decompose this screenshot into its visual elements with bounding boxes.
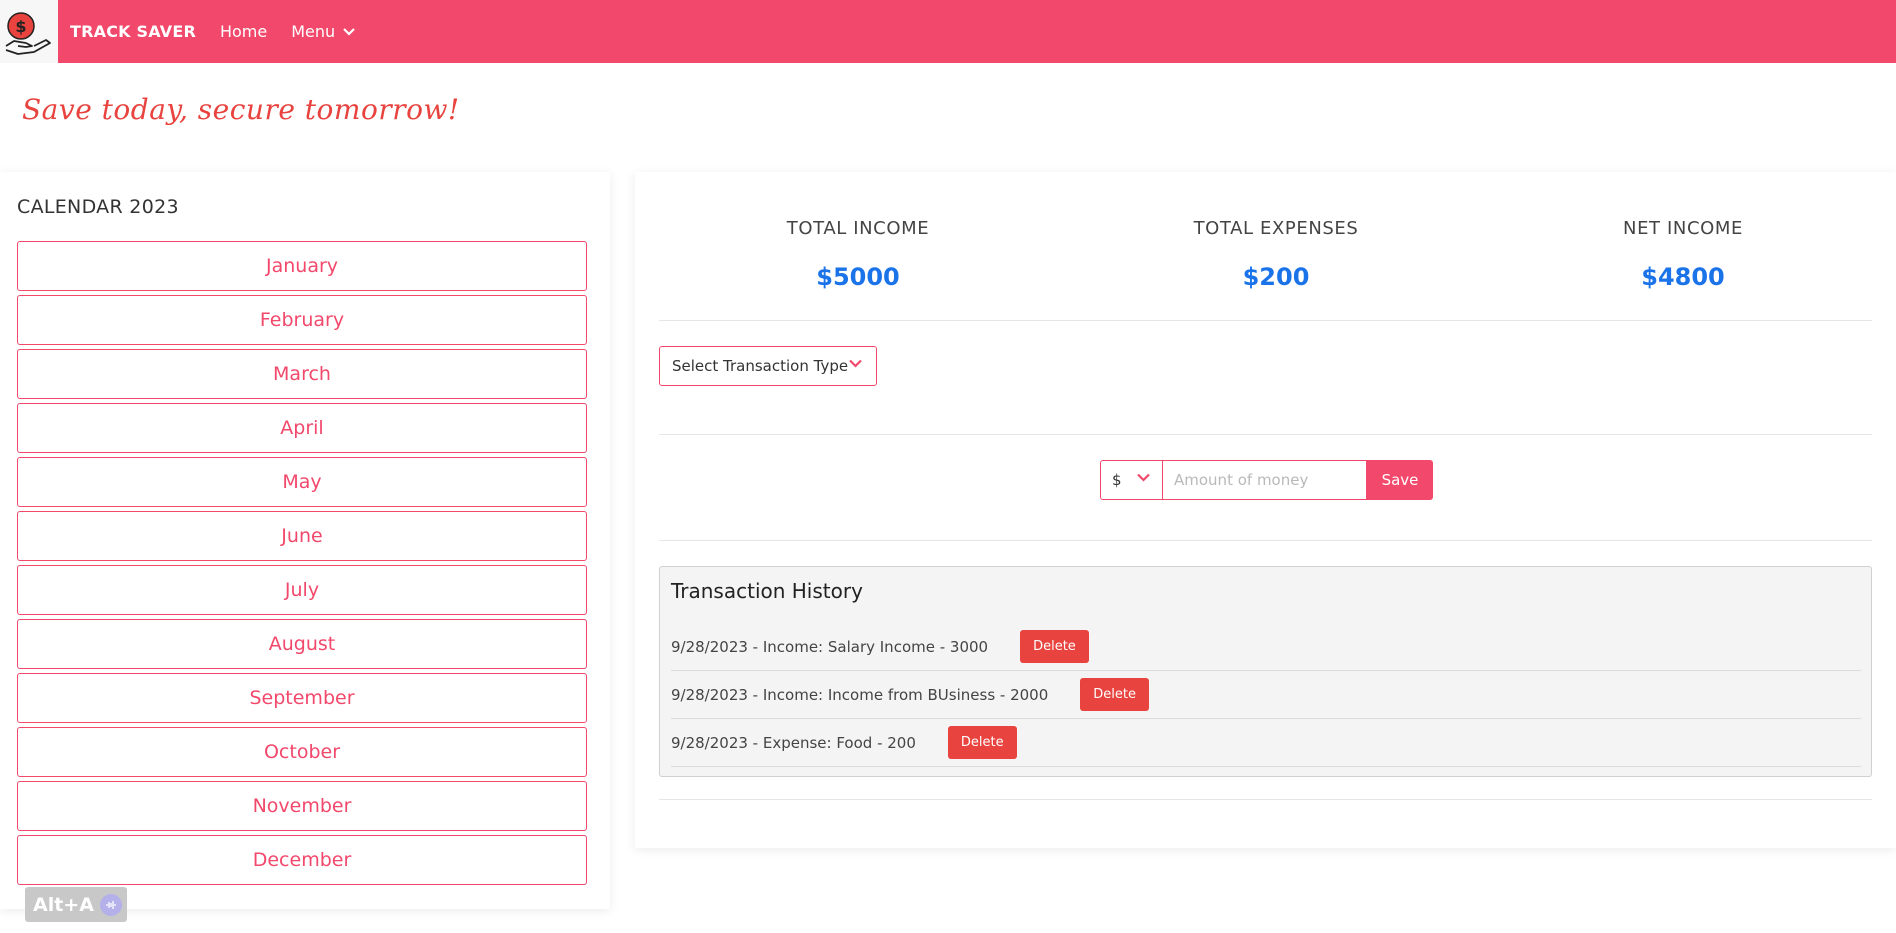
net-income-stat: NET INCOME $4800	[1533, 218, 1833, 291]
hand-coin-icon: $	[5, 11, 51, 55]
transaction-text: 9/28/2023 - Income: Income from BUsiness…	[671, 685, 1049, 704]
transaction-item: 9/28/2023 - Expense: Food - 200 Delete	[671, 719, 1861, 767]
main-card: TOTAL INCOME $5000 TOTAL EXPENSES $200 N…	[635, 172, 1896, 848]
microphone-icon	[99, 893, 122, 916]
delete-button[interactable]: Delete	[947, 726, 1017, 759]
brand-name[interactable]: TRACK SAVER	[70, 22, 196, 41]
delete-button[interactable]: Delete	[1080, 678, 1149, 711]
net-income-label: NET INCOME	[1623, 218, 1743, 239]
total-income-value: $5000	[816, 263, 900, 291]
month-button-may[interactable]: May	[17, 457, 587, 507]
month-button-july[interactable]: July	[17, 565, 587, 615]
month-list: January February March April May June Ju…	[17, 241, 587, 889]
transaction-list: 9/28/2023 - Income: Salary Income - 3000…	[671, 623, 1861, 767]
currency-select[interactable]: $	[1100, 460, 1162, 500]
month-button-april[interactable]: April	[17, 403, 587, 453]
transaction-item: 9/28/2023 - Income: Salary Income - 3000…	[671, 623, 1861, 671]
month-button-june[interactable]: June	[17, 511, 587, 561]
total-income-stat: TOTAL INCOME $5000	[708, 218, 1008, 291]
chevron-down-icon	[1137, 473, 1150, 482]
divider	[659, 320, 1872, 321]
transaction-history: Transaction History 9/28/2023 - Income: …	[659, 566, 1872, 777]
month-button-august[interactable]: August	[17, 619, 587, 669]
amount-input[interactable]	[1162, 460, 1367, 500]
nav-home-label: Home	[219, 22, 268, 41]
month-button-february[interactable]: February	[17, 295, 587, 345]
tagline: Save today, secure tomorrow!	[22, 93, 460, 126]
month-button-january[interactable]: January	[17, 241, 587, 291]
transaction-history-title: Transaction History	[671, 579, 863, 603]
transaction-text: 9/28/2023 - Income: Salary Income - 3000	[671, 637, 989, 656]
total-income-label: TOTAL INCOME	[786, 218, 930, 239]
nav-home-link[interactable]: Home	[220, 22, 267, 41]
transaction-item: 9/28/2023 - Income: Income from BUsiness…	[671, 671, 1861, 719]
navbar: $ TRACK SAVER Home Menu	[0, 0, 1896, 63]
nav-menu-label: Menu	[291, 22, 336, 41]
net-income-value: $4800	[1641, 263, 1725, 291]
month-button-november[interactable]: November	[17, 781, 587, 831]
transaction-text: 9/28/2023 - Expense: Food - 200	[671, 733, 916, 752]
total-expenses-label: TOTAL EXPENSES	[1193, 218, 1359, 239]
shortcut-badge[interactable]: Alt+A	[25, 887, 127, 922]
month-button-october[interactable]: October	[17, 727, 587, 777]
month-button-september[interactable]: September	[17, 673, 587, 723]
divider	[659, 434, 1872, 435]
svg-text:$: $	[15, 17, 26, 36]
transaction-type-label: Select Transaction Type	[672, 357, 849, 375]
chevron-down-icon	[343, 27, 355, 36]
logo[interactable]: $	[0, 0, 58, 63]
amount-form: $ Save	[1100, 460, 1433, 500]
nav-menu-dropdown[interactable]: Menu	[291, 22, 355, 41]
calendar-title: CALENDAR 2023	[17, 196, 179, 218]
divider	[659, 540, 1872, 541]
divider	[659, 799, 1872, 800]
transaction-type-select[interactable]: Select Transaction Type	[659, 346, 877, 386]
chevron-down-icon	[849, 359, 862, 368]
shortcut-label: Alt+A	[33, 893, 94, 916]
total-expenses-stat: TOTAL EXPENSES $200	[1126, 218, 1426, 291]
month-button-december[interactable]: December	[17, 835, 587, 885]
save-button[interactable]: Save	[1367, 460, 1433, 500]
month-button-march[interactable]: March	[17, 349, 587, 399]
delete-button[interactable]: Delete	[1020, 630, 1089, 663]
currency-value: $	[1112, 471, 1122, 489]
calendar-card: CALENDAR 2023 January February March Apr…	[0, 172, 610, 909]
total-expenses-value: $200	[1242, 263, 1310, 291]
